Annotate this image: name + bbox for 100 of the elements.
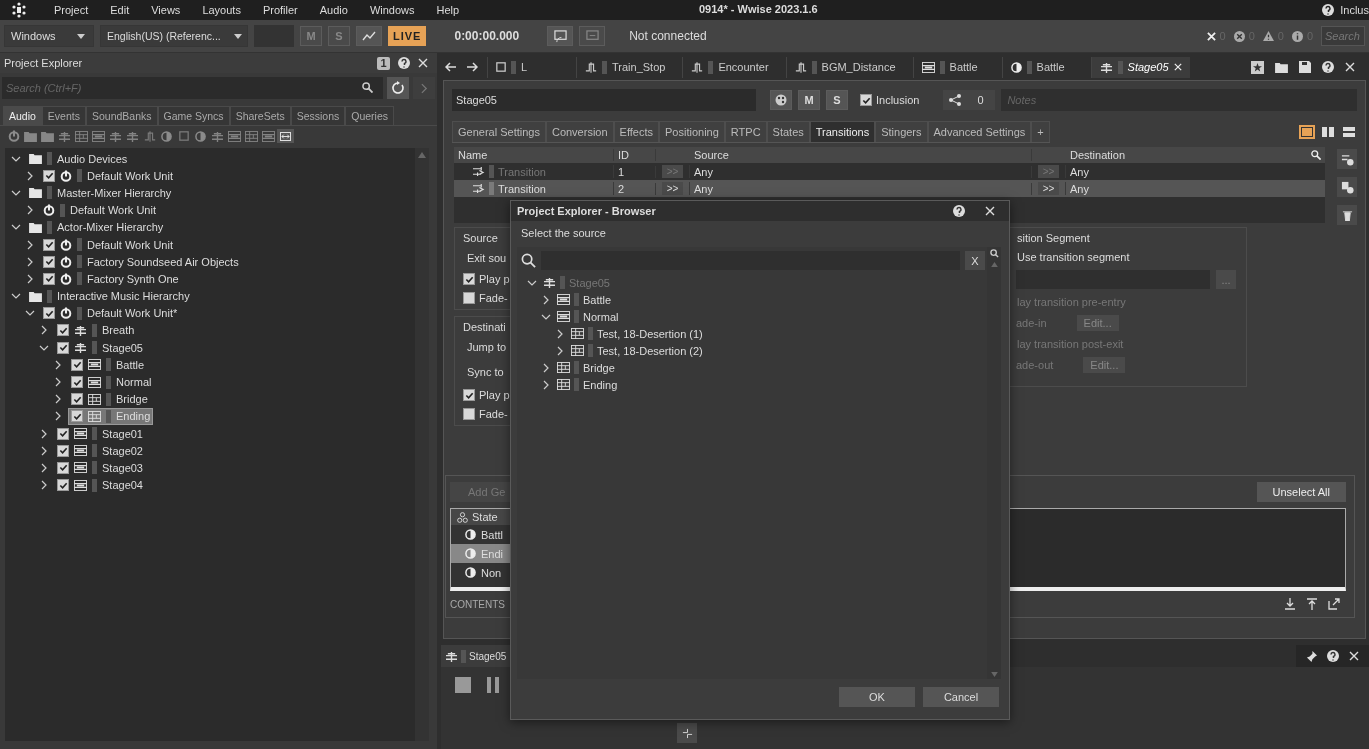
- pause-icon[interactable]: [485, 677, 501, 693]
- panel-tab[interactable]: Stage05: [441, 645, 511, 667]
- name-field[interactable]: Stage05: [452, 89, 756, 111]
- close-icon[interactable]: [1206, 31, 1216, 41]
- tree-item[interactable]: Audio Devices: [27, 151, 130, 167]
- tree-item[interactable]: Default Work Unit: [41, 202, 158, 218]
- checkbox[interactable]: [71, 376, 83, 389]
- connect-button[interactable]: [547, 26, 574, 46]
- back-arrow-icon[interactable]: [445, 62, 457, 72]
- chevron-right-icon[interactable]: [53, 394, 63, 405]
- editor-tab[interactable]: Encounter: [682, 56, 777, 78]
- help-icon[interactable]: [953, 205, 965, 217]
- tree-item[interactable]: Stage02: [55, 443, 145, 459]
- transition-button[interactable]: [677, 723, 697, 743]
- chevron-right-icon[interactable]: [25, 273, 35, 284]
- chevron-right-icon[interactable]: [39, 325, 49, 336]
- tree-item[interactable]: Factory Soundseed Air Objects: [41, 254, 241, 270]
- column-header[interactable]: Name: [454, 149, 614, 161]
- tab[interactable]: Advanced Settings: [927, 121, 1032, 142]
- refresh-button[interactable]: [387, 77, 409, 99]
- checkbox[interactable]: [57, 341, 69, 354]
- tree-item[interactable]: Bridge: [69, 391, 150, 407]
- tab[interactable]: Positioning: [659, 121, 725, 142]
- scrollbar[interactable]: [415, 148, 429, 741]
- chevron-right-icon[interactable]: [25, 205, 35, 216]
- error-icon[interactable]: [1233, 30, 1245, 42]
- mute-button[interactable]: M: [798, 90, 820, 110]
- close-icon[interactable]: [1173, 63, 1182, 71]
- tree-item[interactable]: Actor-Mixer Hierarchy: [27, 219, 166, 235]
- checkbox[interactable]: [71, 410, 83, 423]
- checkbox[interactable]: [57, 461, 69, 474]
- tab[interactable]: Audio: [3, 106, 42, 125]
- column-header[interactable]: Source: [690, 149, 1032, 161]
- checkbox[interactable]: [57, 324, 69, 337]
- column-header[interactable]: ID: [614, 149, 656, 161]
- tab[interactable]: SoundBanks: [85, 106, 158, 125]
- state-item[interactable]: Non: [451, 563, 1001, 583]
- chevron-right-icon[interactable]: [25, 170, 35, 181]
- disconnect-button[interactable]: [579, 26, 606, 46]
- checkbox[interactable]: [71, 358, 83, 371]
- tree-item[interactable]: Stage03: [55, 460, 145, 476]
- pin-badge[interactable]: 1: [377, 56, 390, 70]
- tree-item[interactable]: Default Work Unit*: [41, 305, 180, 321]
- tab[interactable]: Game Syncs: [157, 106, 230, 125]
- checkbox[interactable]: [43, 169, 55, 182]
- layout-button[interactable]: [1299, 125, 1315, 139]
- checkbox[interactable]: [860, 94, 872, 106]
- search-icon[interactable]: [1311, 150, 1321, 160]
- tab[interactable]: General Settings: [452, 121, 546, 142]
- chevron-right-icon[interactable]: [25, 256, 35, 267]
- checkbox[interactable]: [57, 427, 69, 440]
- logo-icon[interactable]: [11, 2, 27, 18]
- tab[interactable]: Queries: [345, 106, 395, 125]
- editor-tab[interactable]: Battle: [1001, 56, 1082, 78]
- chevron-right-icon[interactable]: [39, 462, 49, 473]
- table-row[interactable]: Transition 2 >> Any >> Any: [454, 180, 1325, 197]
- tab[interactable]: RTPC: [724, 121, 767, 142]
- delete-button[interactable]: [1337, 205, 1357, 225]
- duplicate-button[interactable]: [1337, 177, 1357, 197]
- chevron-right-icon[interactable]: [39, 428, 49, 439]
- help-icon[interactable]: [1327, 650, 1339, 662]
- search-field[interactable]: Search: [1321, 26, 1365, 46]
- tree-item[interactable]: Master-Mixer Hierarchy: [27, 185, 174, 201]
- checkbox[interactable]: [463, 292, 475, 304]
- menu-item[interactable]: Windows: [358, 4, 426, 16]
- checkbox[interactable]: [43, 255, 55, 268]
- menu-item[interactable]: Inclus: [1340, 4, 1369, 16]
- tab[interactable]: Effects: [613, 121, 659, 142]
- live-button[interactable]: LIVE: [388, 26, 427, 46]
- pin-icon[interactable]: [1306, 650, 1317, 662]
- tab[interactable]: +: [1031, 121, 1050, 142]
- state-item[interactable]: Battl: [451, 525, 1001, 545]
- close-icon[interactable]: [418, 58, 428, 68]
- graph-button[interactable]: [356, 26, 382, 46]
- forward-arrow-icon[interactable]: [466, 62, 478, 72]
- editor-tab[interactable]: Stage05: [1090, 56, 1190, 78]
- pick-button[interactable]: >>: [1037, 182, 1060, 195]
- menu-item[interactable]: Layouts: [191, 4, 252, 16]
- cancel-button[interactable]: Cancel: [923, 687, 999, 707]
- editor-tab[interactable]: L: [487, 56, 567, 78]
- tree-item[interactable]: Stage05: [55, 340, 145, 356]
- pick-button[interactable]: >>: [661, 182, 684, 195]
- chevron-right-icon[interactable]: [25, 239, 35, 250]
- chevron-right-icon[interactable]: [53, 359, 63, 370]
- tree-item[interactable]: Default Work Unit: [41, 168, 175, 184]
- download-icon[interactable]: [1284, 598, 1296, 611]
- checkbox[interactable]: [71, 393, 83, 406]
- tab[interactable]: States: [766, 121, 810, 142]
- help-icon[interactable]: [1322, 4, 1335, 16]
- checkbox[interactable]: [57, 479, 69, 492]
- tree-item[interactable]: Default Work Unit: [41, 237, 175, 253]
- expand-button[interactable]: [277, 129, 294, 143]
- unselect-all-button[interactable]: Unselect All: [1256, 482, 1346, 503]
- add-button[interactable]: [1337, 149, 1357, 169]
- ok-button[interactable]: OK: [839, 687, 915, 707]
- tab[interactable]: Stingers: [875, 121, 928, 142]
- layout-button[interactable]: [1320, 125, 1336, 139]
- save-icon[interactable]: [1299, 61, 1311, 73]
- help-icon[interactable]: [398, 57, 410, 69]
- close-icon[interactable]: [985, 206, 995, 216]
